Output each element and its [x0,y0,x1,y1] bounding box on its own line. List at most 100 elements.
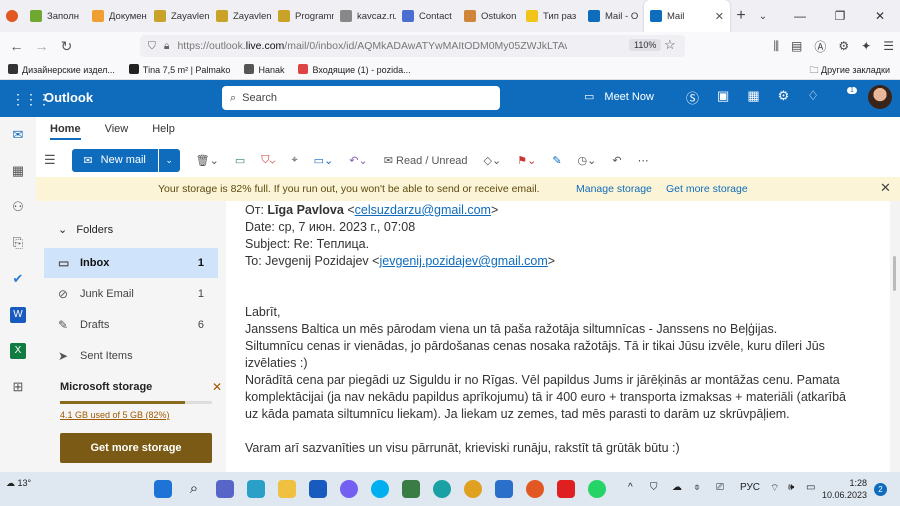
extensions-icon[interactable]: ✦ [861,39,871,53]
word-icon[interactable]: W [10,307,26,323]
browser-tab[interactable]: Докумен [86,0,148,32]
bookmark-item[interactable]: Входящие (1) - pozida... [298,64,411,75]
attach-icon[interactable]: ⎘ [10,235,26,251]
scrollbar[interactable] [890,201,900,472]
chevron-down-icon[interactable]: ⌄ [157,148,180,172]
address-bar[interactable]: ⛉ 🔒︎ https://outlook.live.com/mail/0/inb… [140,35,685,57]
firefox-icon[interactable] [526,480,544,498]
get-more-storage-button[interactable]: Get more storage [60,433,212,463]
browser-tab[interactable]: kavcaz.ru [334,0,396,32]
new-tab-button[interactable]: + [730,7,752,25]
storage-used-link[interactable]: 4.1 GB used of 5 GB (82%) [60,410,170,420]
menu-icon[interactable]: ☰ [883,39,894,53]
start-icon[interactable] [154,480,172,498]
close-window-button[interactable]: ✕ [860,0,900,32]
photos-icon[interactable] [402,480,420,498]
skype-icon[interactable]: Ⓢ [686,88,699,107]
todo-icon[interactable]: ✔ [10,271,26,287]
sender-email-link[interactable]: celsuzdarzu@gmail.com [355,203,491,217]
avatar[interactable] [868,85,892,109]
desktop-icon[interactable] [247,480,265,498]
more-options-icon[interactable]: ⋯ [638,154,649,167]
account-icon[interactable]: Ⓐ [814,38,826,55]
calendar-icon[interactable]: ▦ [747,88,759,107]
move-to-icon[interactable]: ▭⌄ [314,154,334,167]
network-icon[interactable]: ⌔ [770,482,779,495]
folder-inbox[interactable]: ▭ Inbox 1 [44,248,218,278]
whatsapp-icon[interactable] [588,480,606,498]
folder-sent[interactable]: ➤ Sent Items [44,341,218,371]
sweep-icon[interactable]: ⌖ [291,154,297,167]
reply-icon[interactable]: ↶⌄ [349,154,367,167]
mic-icon[interactable]: ⌽ [694,482,700,493]
undo-icon[interactable]: ↶ [612,154,621,167]
folders-header[interactable]: ⌄ Folders [58,223,113,236]
zoom-level[interactable]: 110% [629,39,662,51]
skype-icon[interactable] [371,480,389,498]
library-icon[interactable]: ⫼ [774,39,780,54]
tips-icon[interactable]: ♢ [807,88,819,107]
cloud-icon[interactable]: ☁ [672,482,682,493]
weather-widget[interactable]: ☁ 13° [6,478,31,489]
edge-icon[interactable] [433,480,451,498]
more-apps-icon[interactable]: ⊞ [10,379,26,395]
archive-icon[interactable]: ▭ [235,154,245,167]
usb-icon[interactable]: ⎚ [716,482,724,493]
minimize-button[interactable]: — [780,0,820,32]
browser-tab[interactable]: Тип раз [520,0,582,32]
snip-icon[interactable] [495,480,513,498]
chevron-up-icon[interactable]: ^ [628,482,633,493]
recipient-email-link[interactable]: jevgenij.pozidajev@gmail.com [379,254,547,268]
browser-tab-active[interactable]: Mail ✕ [644,0,730,32]
close-tab-icon[interactable]: ✕ [715,10,724,23]
reload-icon[interactable]: ↻ [54,38,79,55]
folder-junk[interactable]: ⊘ Junk Email 1 [44,279,218,309]
chat-icon[interactable] [216,480,234,498]
shield-icon[interactable]: ⛉ [650,482,658,493]
delete-icon[interactable]: 🗑︎⌄ [196,154,219,167]
back-icon[interactable]: ← [4,38,29,54]
language-indicator[interactable]: РУС [740,482,760,493]
viber-icon[interactable] [340,480,358,498]
other-bookmarks[interactable]: 🗀 Другие закладки [810,63,890,79]
office-icon[interactable]: ▣ [717,88,729,107]
pin-icon[interactable]: ✎ [552,154,561,167]
battery-icon[interactable]: ▭ [806,482,815,493]
flag-icon[interactable]: ⚑⌄ [517,154,536,167]
browser-tab[interactable]: Ostukon [458,0,520,32]
people-icon[interactable]: ⚇ [10,199,26,215]
yandex-icon[interactable] [557,480,575,498]
report-icon[interactable]: ⛉⌄ [261,154,275,167]
read-unread-button[interactable]: ✉ Read / Unread [384,154,468,167]
new-mail-button[interactable]: ✉ New mail ⌄ [71,148,180,172]
tab-help[interactable]: Help [152,123,175,140]
get-more-storage-link[interactable]: Get more storage [666,183,748,195]
outlook-brand[interactable]: Outlook [44,90,93,105]
translate-icon[interactable]: ⚙ [838,39,849,53]
forward-icon[interactable]: → [29,38,54,54]
browser-menu[interactable] [0,0,24,32]
bookmark-star-icon[interactable]: ☆ [664,37,676,53]
manage-storage-link[interactable]: Manage storage [576,183,652,195]
search-box[interactable]: ⌕ Search [222,86,500,110]
close-icon[interactable]: ✕ [880,180,891,196]
clock[interactable]: 1:28 10.06.2023 [822,477,867,501]
browser-tab[interactable]: Programma [272,0,334,32]
snooze-icon[interactable]: ◷⌄ [578,154,597,167]
tab-view[interactable]: View [105,123,129,140]
bookmark-item[interactable]: Hanak [244,64,284,75]
bookmark-item[interactable]: Tina 7,5 m² | Palmako [128,64,230,75]
settings-icon[interactable]: ⚙ [778,88,790,107]
close-icon[interactable]: ✕ [212,380,222,394]
meet-now-button[interactable]: ▭ Meet Now [584,90,654,104]
browser-tab[interactable]: Mail - О [582,0,644,32]
notification-count[interactable]: 2 [874,483,887,496]
tab-home[interactable]: Home [50,123,81,140]
browser-tab[interactable]: Zayavlenie [148,0,210,32]
scrollbar-thumb[interactable] [893,256,896,291]
bookmark-item[interactable]: Дизайнерские издел... [8,64,115,75]
browser-tab[interactable]: Contact [396,0,458,32]
volume-icon[interactable]: 🕪︎ [788,482,794,493]
file-explorer-icon[interactable] [278,480,296,498]
collapse-pane-icon[interactable]: ☰ [44,152,56,168]
